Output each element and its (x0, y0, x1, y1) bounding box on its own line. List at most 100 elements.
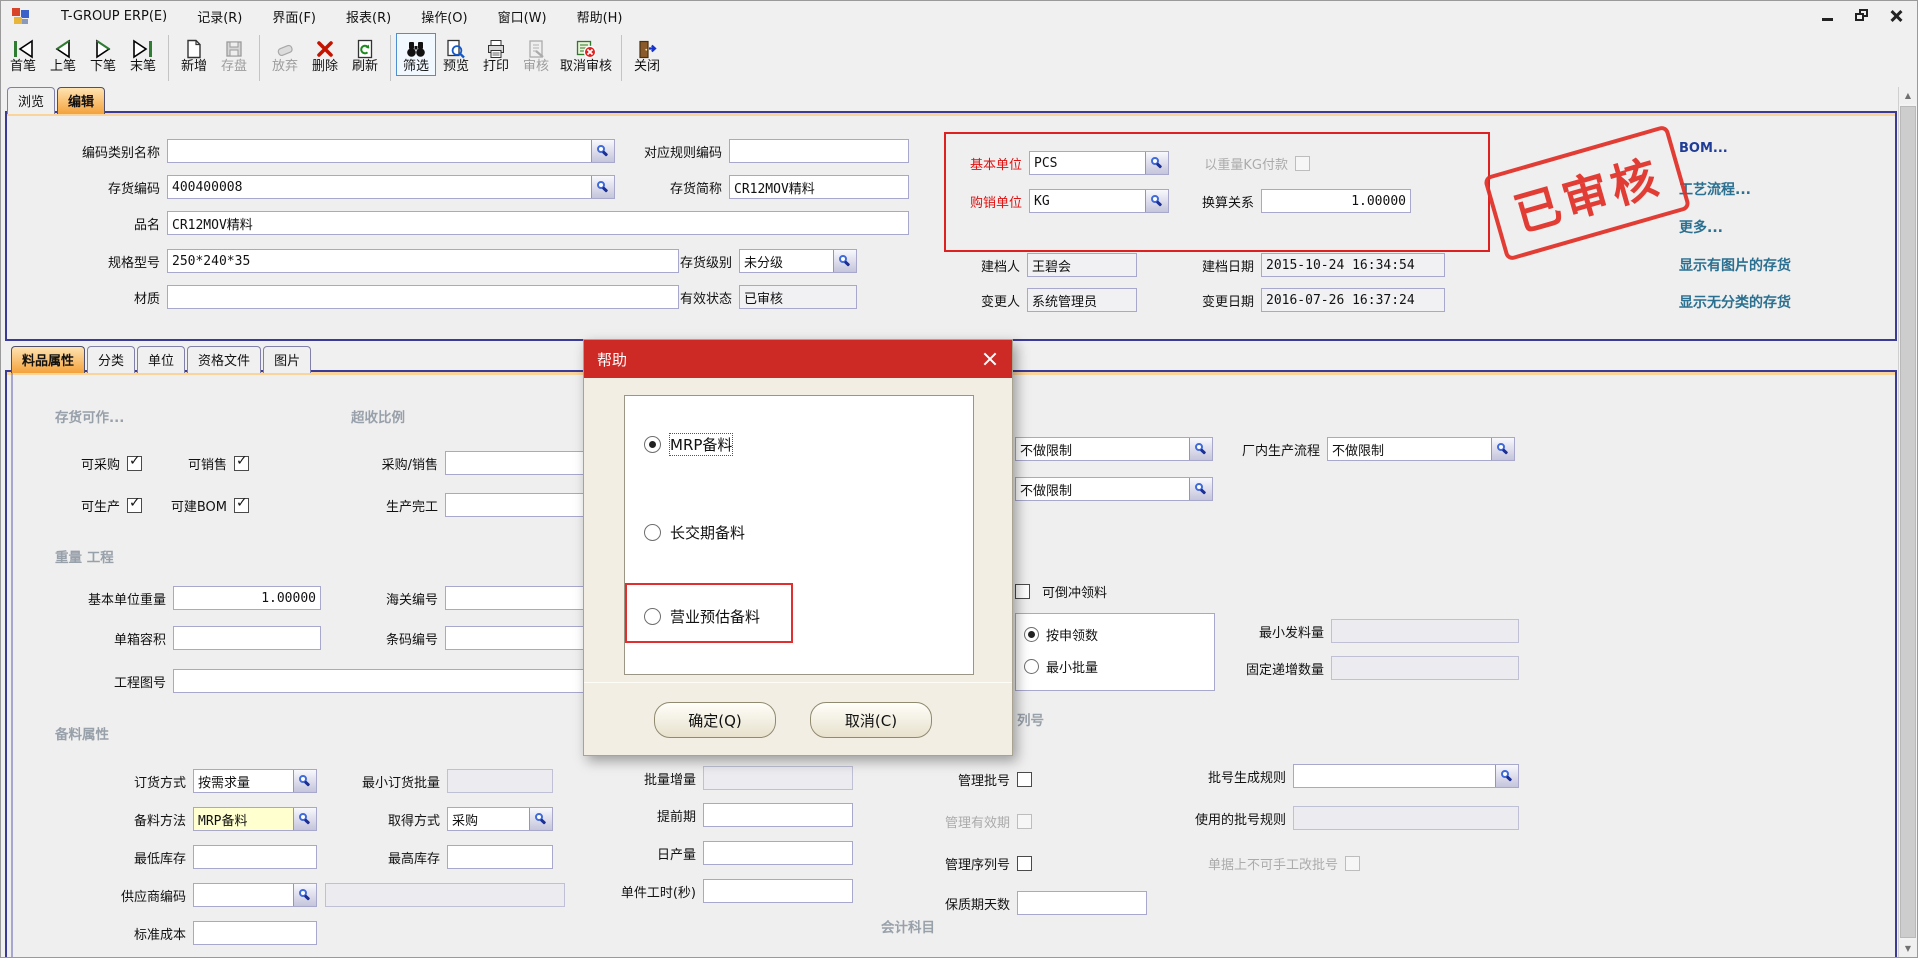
tab-item-attributes[interactable]: 料品属性 (11, 346, 85, 373)
material-input[interactable] (167, 285, 679, 309)
lead-time-input[interactable] (703, 803, 853, 827)
prep-method-input[interactable]: MRP备料 (193, 807, 317, 831)
close-icon[interactable] (1887, 7, 1905, 25)
scrollbar-thumb[interactable] (1900, 106, 1916, 938)
last-record-button[interactable]: 末笔 (123, 33, 163, 76)
lookup-button[interactable] (1145, 190, 1168, 212)
by-request-option[interactable]: 按申领数 (1024, 625, 1098, 644)
show-with-images-link[interactable]: 显示有图片的存货 (1679, 255, 1791, 275)
min-batch-radio[interactable] (1024, 659, 1039, 674)
tab-edit[interactable]: 编辑 (57, 87, 105, 114)
print-button[interactable]: 打印 (476, 33, 516, 76)
tab-units[interactable]: 单位 (137, 346, 185, 373)
limit1-input[interactable]: 不做限制 (1015, 437, 1213, 461)
ok-button[interactable]: 确定(Q) (654, 702, 776, 738)
order-method-input[interactable]: 按需求量 (193, 769, 317, 793)
manage-serial-checkbox[interactable] (1017, 856, 1032, 871)
tab-browse[interactable]: 浏览 (7, 87, 55, 114)
lookup-button[interactable] (529, 808, 552, 830)
min-batch-option[interactable]: 最小批量 (1024, 657, 1098, 676)
tab-qualification-files[interactable]: 资格文件 (187, 346, 261, 373)
menu-operation[interactable]: 操作(O) (421, 7, 467, 26)
first-record-button[interactable]: 首笔 (3, 33, 43, 76)
menu-window[interactable]: 窗口(W) (498, 7, 547, 26)
conversion-input[interactable]: 1.00000 (1261, 189, 1411, 213)
item-code-input[interactable]: 400400008 (167, 175, 615, 199)
unit-seconds-input[interactable] (703, 879, 853, 903)
lookup-button[interactable] (1189, 478, 1212, 500)
menu-interface[interactable]: 界面(F) (272, 7, 316, 26)
restore-icon[interactable] (1853, 7, 1871, 25)
max-stock-input[interactable] (447, 845, 553, 869)
sales-forecast-option[interactable]: 营业预估备料 (644, 606, 760, 627)
lookup-button[interactable] (1491, 438, 1514, 460)
tab-images[interactable]: 图片 (263, 346, 311, 373)
filter-button[interactable]: 筛选 (396, 33, 436, 76)
code-category-input[interactable] (167, 139, 615, 163)
sellable-checkbox[interactable] (234, 456, 249, 471)
factory-flow-input[interactable]: 不做限制 (1327, 437, 1515, 461)
level-input[interactable]: 未分级 (739, 249, 857, 273)
lookup-button[interactable] (1495, 765, 1518, 787)
limit2-input[interactable]: 不做限制 (1015, 477, 1213, 501)
batch-rule-input[interactable] (1293, 764, 1519, 788)
help-dialog-titlebar: 帮助 (584, 340, 1012, 378)
scroll-up-icon[interactable]: ▲ (1899, 87, 1917, 104)
box-volume-input[interactable] (173, 626, 321, 650)
acquire-method-input[interactable]: 采购 (447, 807, 553, 831)
std-cost-input[interactable] (193, 921, 317, 945)
lookup-button[interactable] (1189, 438, 1212, 460)
minimize-icon[interactable] (1819, 7, 1837, 25)
by-request-radio[interactable] (1024, 627, 1039, 642)
lookup-button[interactable] (293, 884, 316, 906)
long-lead-option[interactable]: 长交期备料 (644, 522, 745, 543)
producible-checkbox[interactable] (127, 498, 142, 513)
lookup-button[interactable] (591, 176, 614, 198)
lookup-button[interactable] (833, 250, 856, 272)
lookup-button[interactable] (293, 808, 316, 830)
bom-link[interactable]: BOM... (1679, 141, 1728, 156)
lookup-button[interactable] (1145, 152, 1168, 174)
process-flow-link[interactable]: 工艺流程... (1679, 179, 1751, 199)
menu-record[interactable]: 记录(R) (197, 7, 242, 26)
more-link[interactable]: 更多... (1679, 217, 1723, 237)
preview-button[interactable]: 预览 (436, 33, 476, 76)
long-lead-radio[interactable] (644, 524, 661, 541)
rule-code-input[interactable] (729, 139, 909, 163)
trade-unit-input[interactable]: KG (1029, 189, 1169, 213)
purchasable-checkbox[interactable] (127, 456, 142, 471)
daily-output-input[interactable] (703, 841, 853, 865)
prev-record-button[interactable]: 上笔 (43, 33, 83, 76)
bom-allowed-checkbox[interactable] (234, 498, 249, 513)
supplier-code-input[interactable] (193, 883, 317, 907)
manage-batch-checkbox[interactable] (1017, 772, 1032, 787)
base-unit-input[interactable]: PCS (1029, 151, 1169, 175)
cancel-button[interactable]: 取消(C) (810, 702, 932, 738)
spec-input[interactable]: 250*240*35 (167, 249, 679, 273)
dialog-close-icon[interactable] (981, 350, 999, 368)
backflush-checkbox[interactable] (1015, 584, 1030, 599)
cancel-audit-button[interactable]: 取消审核 (556, 33, 616, 76)
base-unit-weight-input[interactable]: 1.00000 (173, 586, 321, 610)
mrp-prep-option[interactable]: MRP备料 (644, 434, 732, 455)
menu-help[interactable]: 帮助(H) (577, 7, 623, 26)
scroll-down-icon[interactable]: ▼ (1899, 940, 1917, 957)
lookup-button[interactable] (591, 140, 614, 162)
vertical-scrollbar[interactable]: ▲ ▼ (1898, 87, 1917, 957)
new-button[interactable]: 新增 (174, 33, 214, 76)
show-unclassified-link[interactable]: 显示无分类的存货 (1679, 292, 1791, 312)
refresh-button[interactable]: 刷新 (345, 33, 385, 76)
min-stock-input[interactable] (193, 845, 317, 869)
close-form-button[interactable]: 关闭 (627, 33, 667, 76)
lookup-button[interactable] (293, 770, 316, 792)
mrp-prep-radio[interactable] (644, 436, 661, 453)
product-name-input[interactable]: CR12MOV精料 (167, 211, 909, 235)
shelf-days-input[interactable] (1017, 891, 1147, 915)
tab-classification[interactable]: 分类 (87, 346, 135, 373)
menu-app[interactable]: T-GROUP ERP(E) (61, 9, 167, 24)
next-record-button[interactable]: 下笔 (83, 33, 123, 76)
item-short-input[interactable]: CR12MOV精料 (729, 175, 909, 199)
sales-forecast-radio[interactable] (644, 608, 661, 625)
menu-report[interactable]: 报表(R) (346, 7, 391, 26)
delete-button[interactable]: 删除 (305, 33, 345, 76)
